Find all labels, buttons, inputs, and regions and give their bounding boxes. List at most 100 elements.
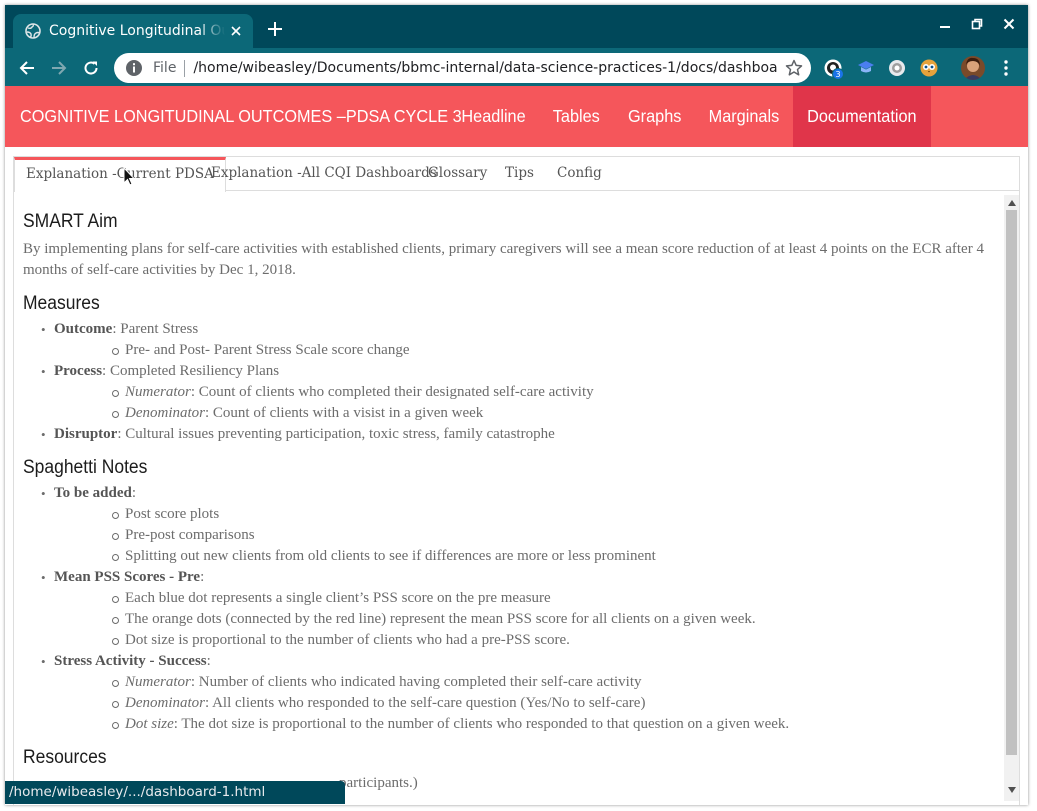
stress-activity-term: Stress Activity - Success [54, 653, 207, 669]
mean-pss-text: : [200, 569, 205, 585]
sa-denominator-text: : All clients who responded to the self-… [205, 695, 646, 711]
outcome-text: : Parent Stress [112, 321, 199, 337]
nav-documentation[interactable]: Documentation [793, 86, 931, 147]
numerator-term: Numerator [125, 384, 191, 400]
process-text: : Completed Resiliency Plans [102, 363, 280, 379]
minimize-icon[interactable] [933, 14, 957, 34]
nav-tables[interactable]: Tables [539, 86, 614, 147]
nav-graphs-label: Graphs [627, 106, 682, 126]
sa-numerator-term: Numerator [125, 674, 191, 690]
dashboard-title[interactable]: COGNITIVE LONGITUDINAL OUTCOMES –PDSA CY… [20, 86, 462, 147]
github-extension-icon[interactable]: 3 [823, 58, 844, 80]
list-item: Pre-post comparisons [54, 525, 998, 546]
bookmark-star-icon[interactable] [785, 59, 803, 77]
omnibox-divider [184, 59, 186, 77]
list-item: Disruptor: Cultural issues preventing pa… [23, 424, 998, 445]
extension-badge: 3 [832, 68, 844, 80]
smart-aim-heading: SMART Aim [23, 211, 118, 232]
outcome-term: Outcome [54, 321, 113, 337]
browser-toolbar: File /home/wibeasley/Documents/bbmc-inte… [5, 48, 1028, 86]
resources-heading: Resources [23, 747, 107, 768]
list-item: Mean PSS Scores - Pre: Each blue dot rep… [23, 567, 998, 651]
scroll-up-icon[interactable] [1007, 198, 1016, 207]
disruptor-text: : Cultural issues preventing participati… [117, 426, 555, 442]
tab-title: Cognitive Longitudinal Outcomes [49, 23, 225, 39]
tab-explanation-all-cqi-dashboards[interactable]: Explanation -All CQI Dashboards [200, 157, 448, 191]
record-extension-icon[interactable] [887, 58, 907, 78]
nav-graphs[interactable]: Graphs [614, 86, 695, 147]
tab-tips[interactable]: Tips [494, 157, 545, 191]
back-icon[interactable] [15, 56, 39, 80]
list-item: Dot size: The dot size is proportional t… [54, 714, 998, 735]
scrollbar-thumb[interactable] [1006, 210, 1017, 755]
smart-aim-text: By implementing plans for self-care acti… [23, 241, 984, 278]
measures-list: Outcome: Parent Stress Pre- and Post- Pa… [23, 319, 998, 445]
list-item: Post score plots [54, 504, 998, 525]
dashboard-navbar: COGNITIVE LONGITUDINAL OUTCOMES –PDSA CY… [5, 86, 1028, 147]
status-bar-url: /home/wibeasley/.../dashboard-1.html [5, 781, 345, 804]
mouse-cursor-icon [123, 167, 135, 186]
documentation-content: SMART Aim By implementing plans for self… [23, 192, 998, 805]
globe-icon [25, 23, 41, 39]
content-panel: Explanation -Current PDSA Explanation -A… [13, 156, 1020, 805]
tab-explanation-current-pdsa[interactable]: Explanation -Current PDSA [14, 157, 226, 192]
profile-avatar[interactable] [961, 56, 985, 80]
tab-glossary[interactable]: Glossary [417, 157, 498, 191]
list-item: Outcome: Parent Stress Pre- and Post- Pa… [23, 319, 998, 361]
address-bar[interactable]: File /home/wibeasley/Documents/bbmc-inte… [114, 53, 811, 83]
nav-marginals[interactable]: Marginals [695, 86, 793, 147]
info-icon[interactable] [125, 59, 143, 77]
list-item: Denominator: Count of clients with a vis… [54, 403, 998, 424]
list-item: The orange dots (connected by the red li… [54, 609, 998, 630]
nav-marginals-label: Marginals [708, 106, 780, 126]
spaghetti-notes-heading: Spaghetti Notes [23, 457, 148, 478]
scheme-label: File [153, 60, 177, 76]
mean-pss-term: Mean PSS Scores - Pre [54, 569, 201, 585]
to-be-added-term: To be added [54, 485, 132, 501]
sa-dot-size-text: : The dot size is proportional to the nu… [173, 716, 790, 732]
stress-activity-text: : [206, 653, 211, 669]
process-term: Process [54, 363, 103, 379]
reload-icon[interactable] [79, 56, 103, 80]
tab-strip: Cognitive Longitudinal Outcomes [5, 5, 1028, 48]
measures-heading: Measures [23, 293, 100, 314]
sa-denominator-term: Denominator [125, 695, 205, 711]
close-tab-icon[interactable] [227, 22, 245, 40]
list-item: Dot size is proportional to the number o… [54, 630, 998, 651]
spaghetti-list: To be added: Post score plots Pre-post c… [23, 483, 998, 735]
list-item: Process: Completed Resiliency Plans Nume… [23, 361, 998, 424]
close-window-icon[interactable] [997, 14, 1021, 34]
nav-headline-label: Headline [461, 106, 527, 126]
list-item: Numerator: Number of clients who indicat… [54, 672, 998, 693]
graduation-cap-extension-icon[interactable] [856, 58, 876, 78]
browser-window: Cognitive Longitudinal Outcomes [5, 5, 1028, 805]
list-item: Stress Activity - Success: Numerator: Nu… [23, 651, 998, 735]
owl-extension-icon[interactable] [919, 58, 939, 78]
list-item: Splitting out new clients from old clien… [54, 546, 998, 567]
nav-tables-label: Tables [552, 106, 601, 126]
nav-documentation-label: Documentation [807, 106, 917, 126]
url-text[interactable]: /home/wibeasley/Documents/bbmc-internal/… [193, 60, 778, 76]
restore-icon[interactable] [965, 14, 989, 34]
nav-headline[interactable]: Headline [449, 86, 539, 147]
list-item: Denominator: All clients who responded t… [54, 693, 998, 714]
numerator-text: : Count of clients who completed their d… [190, 384, 594, 400]
new-tab-icon[interactable] [264, 18, 286, 40]
denominator-term: Denominator [125, 405, 205, 421]
sa-dot-size-term: Dot size [125, 716, 174, 732]
content-scrollbar[interactable] [1004, 195, 1019, 801]
content-tabs: Explanation -Current PDSA Explanation -A… [14, 157, 1019, 192]
to-be-added-text: : [131, 485, 136, 501]
list-item: Pre- and Post- Parent Stress Scale score… [54, 340, 998, 361]
list-item: To be added: Post score plots Pre-post c… [23, 483, 998, 567]
forward-icon[interactable] [47, 56, 71, 80]
scroll-down-icon[interactable] [1007, 785, 1016, 794]
browser-tab[interactable]: Cognitive Longitudinal Outcomes [13, 14, 253, 48]
denominator-text: : Count of clients with a visist in a gi… [205, 405, 484, 421]
tab-config[interactable]: Config [546, 157, 613, 191]
browser-menu-icon[interactable] [995, 57, 1017, 79]
list-item: Numerator: Count of clients who complete… [54, 382, 998, 403]
list-item: Each blue dot represents a single client… [54, 588, 998, 609]
disruptor-term: Disruptor [54, 426, 118, 442]
sa-numerator-text: : Number of clients who indicated having… [190, 674, 642, 690]
